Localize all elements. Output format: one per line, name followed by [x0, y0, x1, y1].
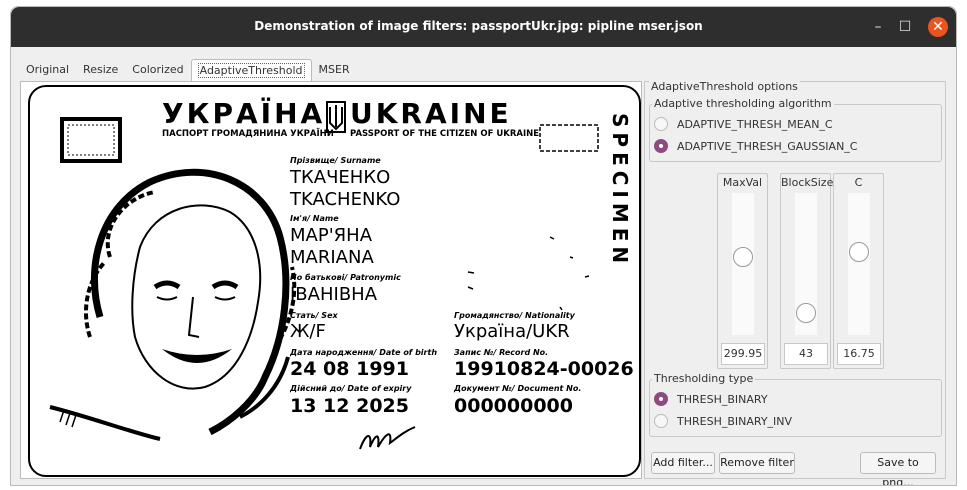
image-preview: УКРАЇНА UKRAINE ПАСПОРТ ГРОМАДЯНИНА УКРА…	[20, 81, 642, 479]
name-ua: МАР'ЯНА	[290, 225, 373, 246]
patronymic-label: По батькові/ Patronymic	[290, 273, 401, 282]
tab-resize[interactable]: Resize	[76, 59, 125, 81]
header-en: UKRAINE	[350, 97, 512, 130]
app-window: Demonstration of image filters: passport…	[10, 6, 957, 486]
passport-image: УКРАЇНА UKRAINE ПАСПОРТ ГРОМАДЯНИНА УКРА…	[28, 85, 641, 477]
remove-filter-button[interactable]: Remove filter	[719, 452, 795, 474]
surname-ua: ТКАЧЕНКО	[290, 167, 391, 188]
surname-en: TKACHENKO	[290, 189, 401, 210]
tab-label: Resize	[83, 63, 119, 76]
sex-label: Стать/ Sex	[290, 311, 338, 320]
nationality-value: Україна/UKR	[454, 321, 570, 342]
radio-button[interactable]	[654, 139, 668, 153]
slider-track[interactable]	[848, 193, 870, 335]
options-panel: AdaptiveThreshold options Adaptive thres…	[644, 80, 946, 485]
surname-label: Прізвище/ Surname	[290, 156, 381, 165]
slider-handle[interactable]	[796, 303, 816, 323]
slider-value[interactable]: 16.75	[837, 343, 881, 365]
tab-original[interactable]: Original	[19, 59, 76, 81]
save-to-png-button[interactable]: Save to png...	[860, 452, 936, 485]
radio-label: THRESH_BINARY_INV	[677, 414, 793, 428]
maximize-button[interactable]: ☐	[895, 17, 915, 37]
close-button[interactable]: ✕	[928, 17, 948, 37]
radio-mean-c[interactable]: ADAPTIVE_THRESH_MEAN_C	[654, 117, 833, 131]
docno-value: 000000000	[454, 395, 573, 417]
expiry-value: 13 12 2025	[290, 395, 409, 417]
slider-value[interactable]: 299.95	[721, 343, 765, 365]
slider-blocksize: BlockSize 43	[780, 173, 834, 369]
tab-label: MSER	[318, 63, 350, 76]
radio-label: THRESH_BINARY	[677, 392, 768, 406]
window-title: Demonstration of image filters: passport…	[254, 19, 703, 33]
algorithm-group: Adaptive thresholding algorithm ADAPTIVE…	[649, 97, 942, 162]
tab-label: Colorized	[132, 63, 184, 76]
add-filter-button[interactable]: Add filter...	[651, 452, 715, 474]
filter-tabs: Original Resize Colorized AdaptiveThresh…	[19, 59, 357, 81]
radio-button[interactable]	[654, 117, 668, 131]
algorithm-group-title: Adaptive thresholding algorithm	[652, 97, 834, 110]
thresholding-group-title: Thresholding type	[652, 372, 756, 385]
slider-track[interactable]	[795, 193, 817, 335]
radio-thresh-binary[interactable]: THRESH_BINARY	[654, 392, 768, 406]
slider-label: MaxVal	[722, 176, 763, 189]
record-value: 19910824-00026	[454, 358, 634, 380]
radio-thresh-binary-inv[interactable]: THRESH_BINARY_INV	[654, 414, 792, 428]
radio-gaussian-c[interactable]: ADAPTIVE_THRESH_GAUSSIAN_C	[654, 139, 857, 153]
radio-button[interactable]	[654, 414, 668, 428]
radio-label: ADAPTIVE_THRESH_MEAN_C	[677, 117, 833, 131]
tab-label: Original	[26, 63, 70, 76]
thresholding-group: Thresholding type THRESH_BINARY THRESH_B…	[649, 372, 942, 437]
record-label: Запис №/ Record No.	[454, 348, 549, 357]
slider-c: C 16.75	[833, 173, 884, 369]
passport-graphics	[49, 101, 599, 450]
slider-label: C	[854, 176, 863, 189]
nationality-label: Громадянство/ Nationality	[454, 311, 575, 320]
slider-track[interactable]	[732, 193, 754, 335]
subheader-en: PASSPORT OF THE CITIZEN OF UKRAINE	[350, 129, 540, 139]
slider-label: BlockSize	[781, 176, 834, 189]
specimen-mark: SPECIMEN	[608, 113, 632, 269]
slider-handle[interactable]	[849, 242, 869, 262]
patronymic-value: ІВАНІВНА	[290, 284, 378, 305]
dob-label: Дата народження/ Date of birth	[290, 348, 438, 357]
name-en: MARIANA	[290, 247, 374, 268]
title-bar[interactable]: Demonstration of image filters: passport…	[11, 7, 956, 47]
tab-colorized[interactable]: Colorized	[125, 59, 190, 81]
tab-mser[interactable]: MSER	[312, 59, 357, 81]
slider-value[interactable]: 43	[784, 343, 828, 365]
radio-label: ADAPTIVE_THRESH_GAUSSIAN_C	[677, 139, 858, 153]
slider-handle[interactable]	[733, 247, 753, 267]
tab-label: AdaptiveThreshold	[197, 63, 305, 78]
sex-value: Ж/F	[290, 321, 326, 342]
radio-button[interactable]	[654, 392, 668, 406]
docno-label: Документ №/ Document No.	[454, 384, 582, 393]
name-label: Ім'я/ Name	[290, 214, 339, 223]
tab-adaptivethreshold[interactable]: AdaptiveThreshold	[190, 59, 312, 81]
header-ua: УКРАЇНА	[162, 97, 326, 130]
slider-maxval: MaxVal 299.95	[717, 173, 768, 369]
expiry-label: Дійсний до/ Date of expiry	[290, 384, 412, 393]
minimize-button[interactable]: –	[868, 17, 888, 37]
panel-title: AdaptiveThreshold options	[649, 80, 800, 93]
subheader-ua: ПАСПОРТ ГРОМАДЯНИНА УКРАЇНИ	[162, 129, 334, 139]
dob-value: 24 08 1991	[290, 358, 409, 380]
